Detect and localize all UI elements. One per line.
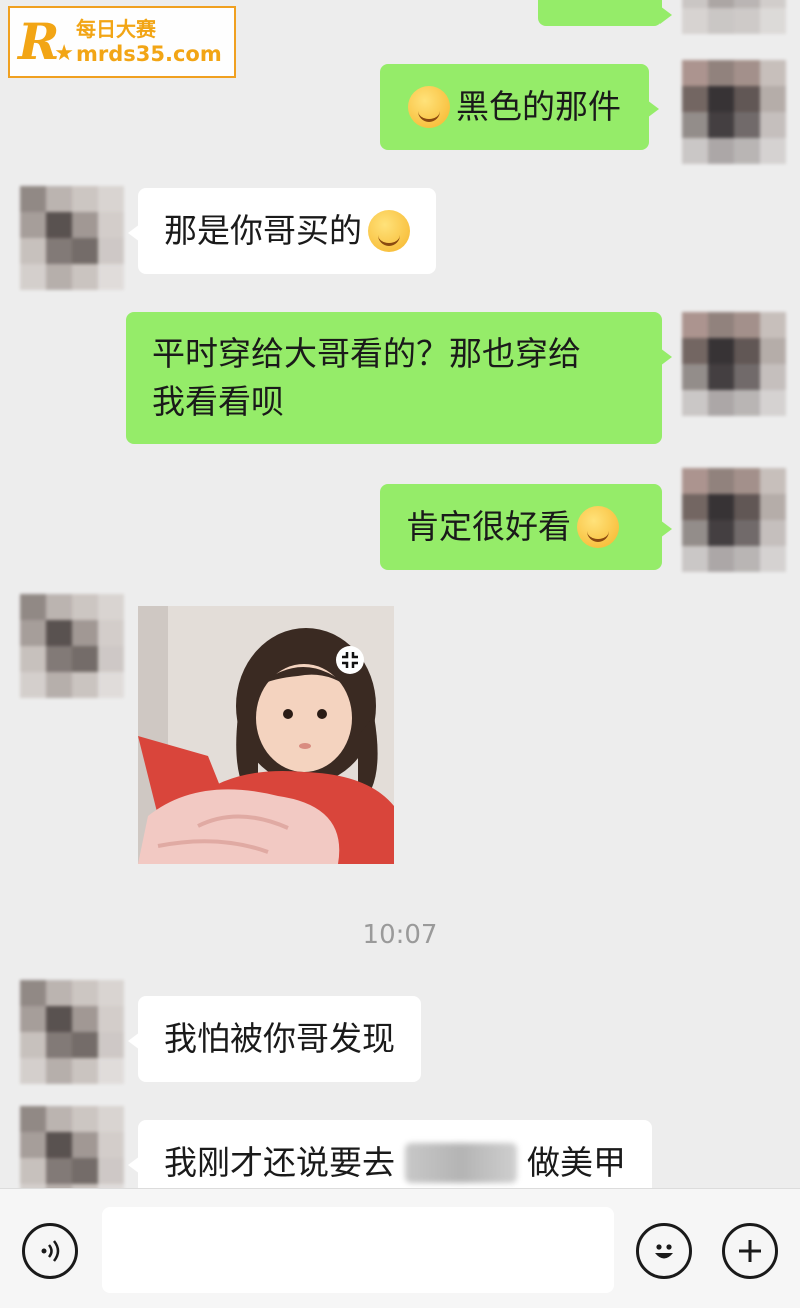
message-bubble[interactable]: 我刚才还说要去 做美甲: [128, 1120, 652, 1188]
plus-button[interactable]: [722, 1223, 778, 1279]
voice-icon: [41, 1240, 60, 1262]
message-text: 我刚才还说要去: [164, 1143, 395, 1182]
plus-icon: [739, 1240, 761, 1262]
message-text: 做美甲: [527, 1143, 626, 1182]
message-bubble[interactable]: 平时穿给大哥看的？那也穿给 我看看呗: [126, 312, 672, 444]
grinning-emoji: [577, 506, 619, 548]
contact-avatar[interactable]: [20, 980, 124, 1084]
message-text-line: 平时穿给大哥看的？那也穿给: [152, 334, 581, 373]
redacted-blur: [405, 1143, 517, 1183]
message-text: 我怕被你哥发现: [164, 1019, 395, 1058]
message-bubble[interactable]: 黑色的那件: [380, 64, 659, 150]
girl-sticker-photo[interactable]: [138, 606, 394, 864]
message-timestamp: 10:07: [362, 920, 438, 950]
message-text: 肯定很好看: [406, 507, 571, 546]
voice-button[interactable]: [22, 1223, 78, 1279]
watermark-logo: R ★: [18, 12, 74, 71]
message-bubble[interactable]: 肯定很好看: [380, 484, 672, 570]
message-text-line: 我看看呗: [152, 382, 284, 421]
my-avatar[interactable]: [682, 468, 786, 572]
chat-area[interactable]: R ★ 每日大赛 mrds35.com 黑色的那件 那是你哥买的 平时穿给大哥看…: [0, 0, 800, 1188]
star-icon: ★: [54, 41, 74, 66]
my-avatar[interactable]: [682, 60, 786, 164]
emoji-icon: [655, 1244, 673, 1259]
contact-avatar[interactable]: [20, 186, 124, 290]
message-bubble-partial[interactable]: [538, 0, 672, 26]
dizzy-face-emoji: [408, 86, 450, 128]
emoji-button[interactable]: [636, 1223, 692, 1279]
message-input[interactable]: [102, 1207, 614, 1293]
message-bubble[interactable]: 那是你哥买的: [128, 188, 436, 274]
photo-illustration: [138, 606, 394, 864]
chat-input-bar: [0, 1188, 800, 1308]
sweat-smile-emoji: [368, 210, 410, 252]
watermark-url: mrds35.com: [76, 42, 222, 66]
message-text: 那是你哥买的: [164, 211, 362, 250]
contact-avatar[interactable]: [20, 1106, 124, 1188]
my-avatar[interactable]: [682, 312, 786, 416]
contact-avatar[interactable]: [20, 594, 124, 698]
message-bubble[interactable]: 我怕被你哥发现: [128, 996, 421, 1082]
watermark-brand: 每日大赛: [76, 17, 156, 41]
message-text: 黑色的那件: [456, 87, 621, 126]
site-watermark: R ★ 每日大赛 mrds35.com: [8, 6, 236, 78]
my-avatar-partial[interactable]: [682, 0, 786, 34]
